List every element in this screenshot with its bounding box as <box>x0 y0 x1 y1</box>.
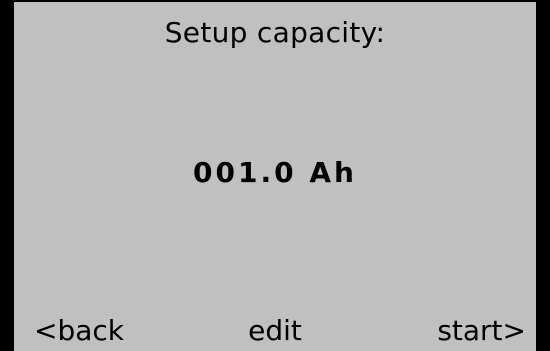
screen-title: Setup capacity: <box>164 16 386 49</box>
lcd-screen: Setup capacity: 001.0 Ah <back edit star… <box>0 0 550 351</box>
start-softkey[interactable]: start> <box>437 314 526 348</box>
edit-softkey[interactable]: edit <box>248 314 302 347</box>
capacity-value: 001.0 Ah <box>193 156 357 189</box>
back-softkey[interactable]: <back <box>34 314 124 348</box>
